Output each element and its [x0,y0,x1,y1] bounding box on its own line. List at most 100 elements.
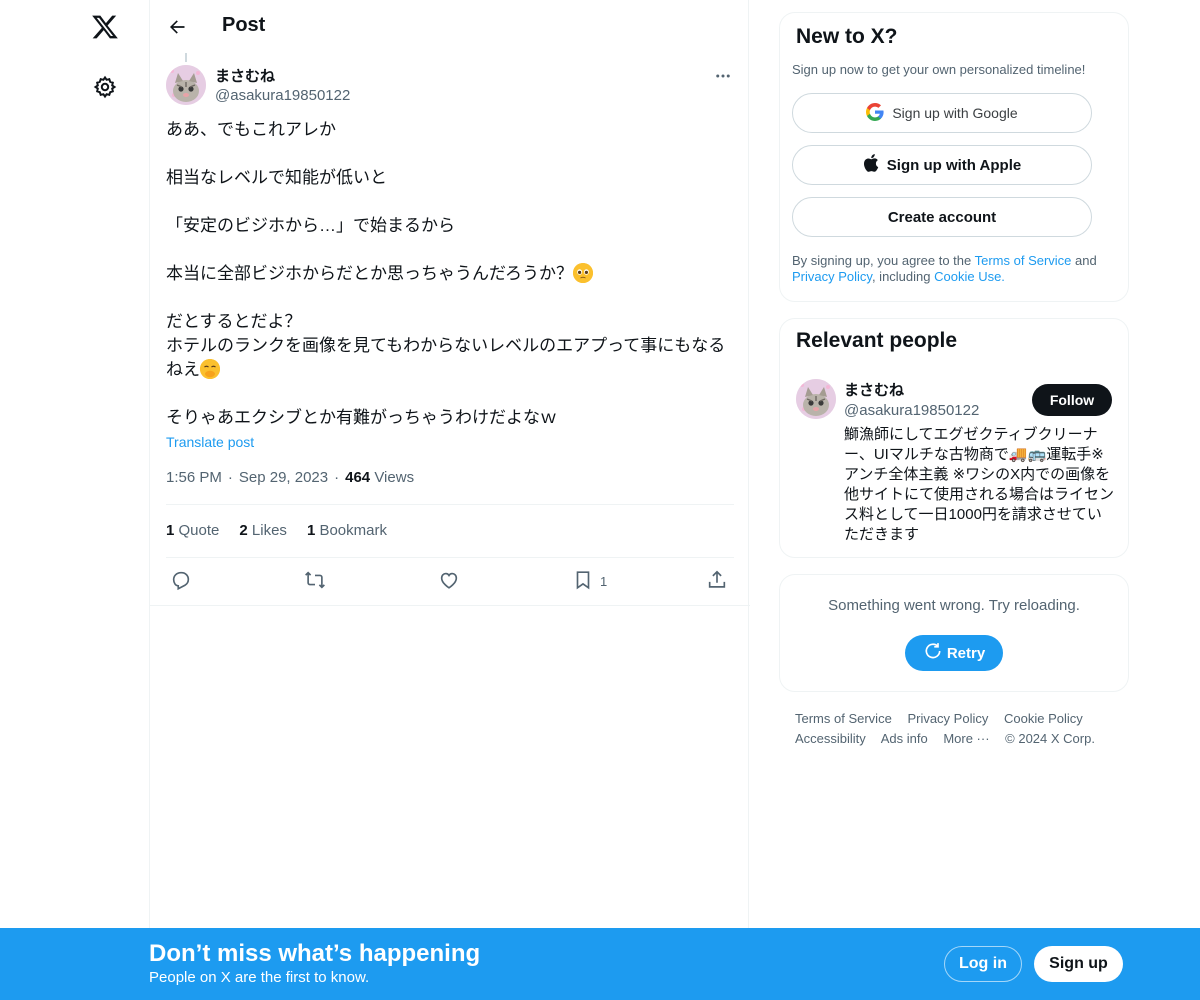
divider [166,557,734,558]
new-to-x-title: New to X? [796,25,898,48]
repost-icon [304,569,326,594]
relevant-people-card: Relevant people まさむね @asakura19850122 Fo… [779,318,1129,558]
retry-label: Retry [946,644,986,662]
likes-count: 2 [239,522,248,539]
error-card: Something went wrong. Try reloading. Ret… [779,574,1129,692]
divider [150,605,750,606]
signup-legal-text: By signing up, you agree to the Terms of… [792,253,1118,285]
footer-link-cookie[interactable]: Cookie Policy [1004,711,1083,726]
post-line: 相当なレベルで知能が低いと [166,168,387,187]
divider [166,504,734,505]
post-text: ああ、でもこれアレか 相当なレベルで知能が低いと 「安定のビジホから…」で始まる… [166,118,736,430]
quote-stat[interactable]: 1 Quote [166,522,219,539]
apple-icon [863,154,879,176]
post-actions: 1 [166,566,734,596]
sign-up-google-button[interactable]: Sign up with Google [792,93,1092,133]
main-column: Post まさむね @asakura19850122 ああ、でもこれアレか 相当… [149,0,750,1000]
relevant-person-name[interactable]: まさむね [844,379,904,400]
post-line [166,286,736,310]
sign-up-button[interactable]: Sign up [1034,946,1123,982]
post-line-with-emoji: ホテルのランクを画像を見てもわからないレベルのエアプって事にもなるねえ [166,334,736,382]
create-account-button[interactable]: Create account [792,197,1092,237]
new-to-x-card: New to X? Sign up now to get your own pe… [779,12,1129,302]
post-line [166,238,736,262]
bookmark-button[interactable]: 1 [572,566,607,596]
log-in-button[interactable]: Log in [944,946,1022,982]
legal-prefix: By signing up, you agree to the [792,253,975,268]
gear-icon[interactable] [89,71,121,103]
left-nav [0,0,150,1000]
bookmark-stat[interactable]: 1 Bookmark [307,522,387,539]
share-button[interactable] [706,566,728,596]
legal-and: and [1071,253,1097,268]
bottom-signup-bar: Don’t miss what’s happening People on X … [0,928,1200,1000]
post-meta: 1:56 PM · Sep 29, 2023 · 464 Views [166,469,414,486]
like-button[interactable] [438,566,460,596]
post-line [166,142,736,166]
translate-post-link[interactable]: Translate post [166,434,254,450]
post-line: ホテルのランクを画像を見てもわからないレベルのエアプって事にもなるねえ [166,336,726,379]
post-date[interactable]: Sep 29, 2023 [239,469,328,486]
avatar[interactable] [166,65,206,105]
post-stats: 1 Quote 2 Likes 1 Bookmark [166,522,387,539]
apple-label: Sign up with Apple [886,156,1022,174]
post-header: Post [150,0,750,53]
post-line [166,190,736,214]
relevant-person-handle[interactable]: @asakura19850122 [844,402,979,419]
pleading-face-emoji-icon [572,263,593,283]
footer-link-terms[interactable]: Terms of Service [795,711,892,726]
x-logo-icon[interactable] [88,10,122,44]
post-line-with-emoji: 本当に全部ビジホからだとか思っちゃうんだろうか？ [166,262,736,286]
author-handle[interactable]: @asakura19850122 [215,87,350,104]
views-label: Views [374,469,415,486]
likes-label: Likes [251,522,287,539]
bookmark-icon [572,569,594,594]
author-name[interactable]: まさむね [215,65,275,86]
quote-count: 1 [166,522,175,539]
bookmark-label: Bookmark [319,522,387,539]
legal-including: , including [871,269,935,284]
sign-up-apple-button[interactable]: Sign up with Apple [792,145,1092,185]
bookmark-action-count: 1 [600,573,608,589]
footer-link-more[interactable]: More ··· [943,731,989,746]
footer-link-privacy[interactable]: Privacy Policy [907,711,988,726]
new-to-x-subtitle: Sign up now to get your own personalized… [792,62,1086,77]
bookmark-count: 1 [306,522,316,539]
post-line: 本当に全部ビジホからだとか思っちゃうんだろうか？ [166,264,573,283]
footer-link-ads-info[interactable]: Ads info [881,731,928,746]
arrow-left-icon[interactable] [162,12,192,42]
refresh-icon [923,641,943,665]
relevant-person-bio: 鰤漁師にしてエグゼクティブクリーナー、UIマルチな古物商で🚚🚌運転手※アンチ全体… [844,426,1115,543]
views-count: 464 [345,469,371,486]
quote-label: Quote [178,522,220,539]
avatar[interactable] [796,379,836,419]
post-line: そりゃあエクシブとか有難がっちゃうわけだよなｗ [166,408,557,427]
footer-links: Terms of Service Privacy Policy Cookie P… [795,709,1115,749]
error-message: Something went wrong. Try reloading. [828,597,1080,614]
follow-button[interactable]: Follow [1032,384,1112,416]
face-with-hand-over-mouth-emoji-icon [200,359,220,379]
thread-connector [185,53,187,62]
share-icon [706,569,728,594]
post-line [166,382,736,406]
footer-copyright: © 2024 X Corp. [1005,731,1095,746]
relevant-people-title: Relevant people [796,329,958,352]
terms-link[interactable]: Terms of Service [975,253,1072,268]
footer-link-accessibility[interactable]: Accessibility [795,731,866,746]
meta-separator: · [334,469,340,486]
views: 464 Views [345,469,414,486]
cookie-link[interactable]: Cookie Use. [934,269,1005,284]
repost-button[interactable] [304,566,326,596]
retry-button[interactable]: Retry [905,635,1003,671]
meta-separator: · [227,469,233,486]
more-options-icon[interactable] [710,63,736,89]
privacy-link[interactable]: Privacy Policy [792,269,872,284]
bottom-bar-title: Don’t miss what’s happening [149,940,481,967]
post-time[interactable]: 1:56 PM [166,469,222,486]
reply-button[interactable] [170,566,192,596]
post-line: ああ、でもこれアレか [166,120,336,139]
likes-stat[interactable]: 2 Likes [239,522,287,539]
page-title: Post [222,14,266,36]
reply-icon [170,569,192,594]
post-line: だとするとだよ？ [166,312,302,331]
